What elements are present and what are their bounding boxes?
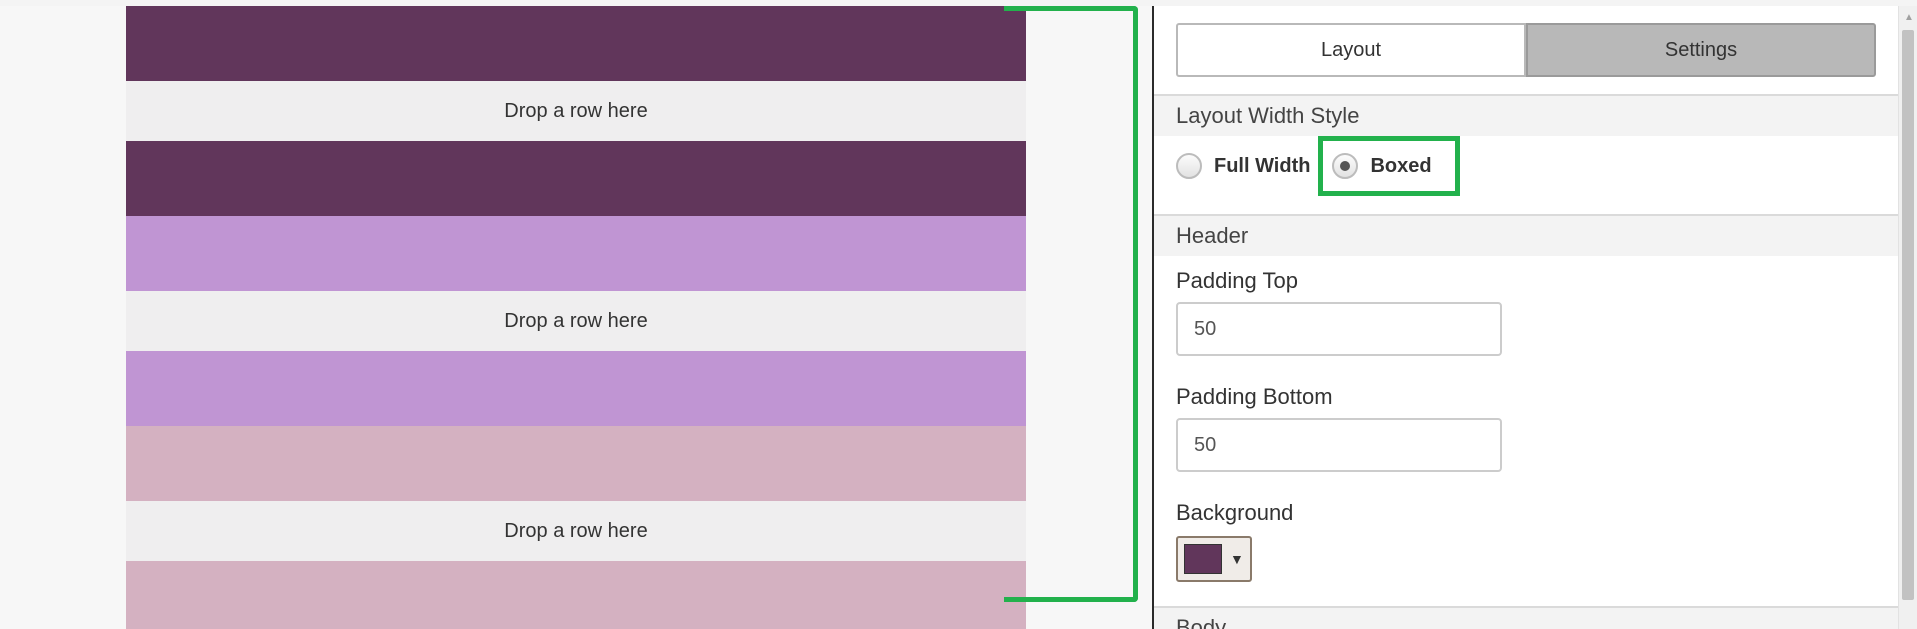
section-header: Header	[1154, 214, 1898, 256]
settings-panel: Layout Settings Layout Width Style Full …	[1154, 6, 1898, 629]
tab-layout[interactable]: Layout	[1176, 23, 1526, 77]
radio-boxed[interactable]: Boxed	[1332, 153, 1432, 179]
layout-row-band[interactable]	[126, 216, 1026, 291]
color-swatch	[1184, 544, 1222, 574]
drop-row-zone[interactable]: Drop a row here	[126, 501, 1026, 561]
dropdown-caret-icon: ▼	[1230, 551, 1244, 567]
radio-boxed-circle[interactable]	[1332, 153, 1359, 179]
radio-boxed-label[interactable]: Boxed	[1370, 155, 1431, 178]
layout-row-band[interactable]	[126, 141, 1026, 216]
section-body: Body	[1154, 606, 1898, 629]
padding-top-label: Padding Top	[1176, 268, 1298, 293]
drop-row-zone[interactable]: Drop a row here	[126, 81, 1026, 141]
layout-row-band[interactable]	[126, 561, 1026, 629]
layout-row-band[interactable]	[126, 351, 1026, 426]
padding-bottom-label: Padding Bottom	[1176, 384, 1333, 409]
tab-settings[interactable]: Settings	[1526, 23, 1876, 77]
layout-row-band[interactable]	[126, 426, 1026, 501]
panel-tabs: Layout Settings	[1176, 23, 1876, 77]
background-label: Background	[1176, 500, 1294, 525]
radio-full-width-circle[interactable]	[1176, 153, 1202, 179]
radio-full-width[interactable]: Full Width	[1176, 153, 1310, 179]
scroll-thumb[interactable]	[1902, 30, 1914, 600]
width-style-radio-group: Full Width Boxed	[1176, 146, 1446, 186]
canvas-pane: Drop a row here Drop a row here Drop a row…	[0, 6, 1152, 629]
padding-bottom-input[interactable]	[1176, 418, 1502, 472]
layout-row-band[interactable]	[126, 6, 1026, 81]
section-layout-width-style: Layout Width Style	[1154, 94, 1898, 136]
background-color-picker[interactable]: ▼	[1176, 536, 1252, 582]
padding-top-input[interactable]	[1176, 302, 1502, 356]
vertical-scrollbar[interactable]: ▲	[1898, 6, 1917, 629]
radio-full-width-label[interactable]: Full Width	[1214, 155, 1310, 178]
drop-row-zone[interactable]: Drop a row here	[126, 291, 1026, 351]
layout-preview: Drop a row here Drop a row here Drop a row…	[126, 6, 1026, 629]
scroll-up-arrow-icon[interactable]: ▲	[1904, 12, 1914, 23]
